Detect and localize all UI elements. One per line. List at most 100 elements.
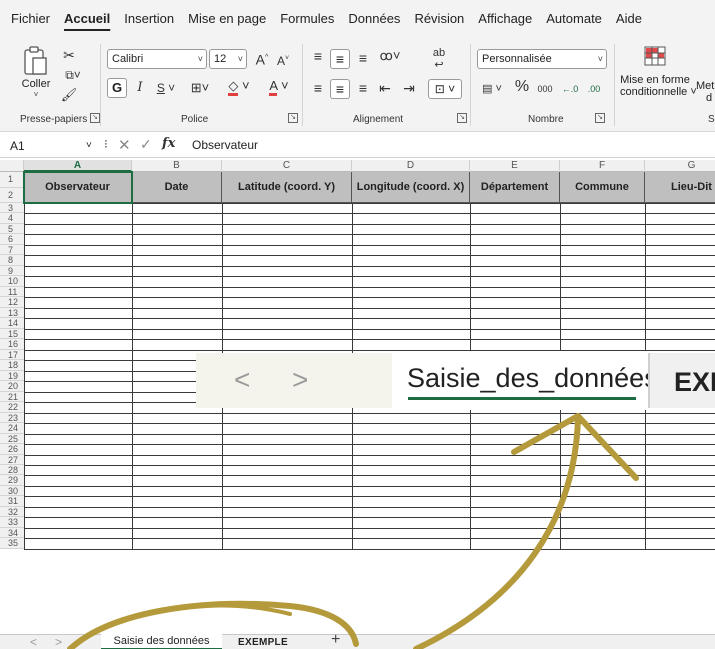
cancel-icon[interactable]: ✕: [118, 136, 131, 154]
header-cell-e[interactable]: Département: [470, 172, 560, 203]
add-sheet-button[interactable]: +: [331, 631, 340, 649]
increase-indent-icon[interactable]: ⇥: [400, 79, 418, 97]
row-header-9[interactable]: 9: [0, 265, 24, 277]
number-format-select[interactable]: Personnalisée ˅: [477, 49, 607, 69]
header-cell-d[interactable]: Longitude (coord. X): [352, 172, 470, 203]
tab-revision[interactable]: Révision: [414, 11, 464, 26]
accounting-format-icon[interactable]: ▤ ˅: [477, 80, 507, 98]
column-header-c[interactable]: C: [222, 160, 352, 172]
copy-icon[interactable]: ⧉˅: [60, 66, 86, 84]
row-header-34[interactable]: 34: [0, 527, 24, 539]
tab-formules[interactable]: Formules: [280, 11, 334, 26]
align-middle-icon[interactable]: ≡: [330, 49, 350, 69]
decrease-indent-icon[interactable]: ⇤: [376, 79, 394, 97]
increase-decimal-button[interactable]: ←.0: [560, 80, 580, 98]
underline-button[interactable]: S ˅: [153, 79, 179, 97]
tab-aide[interactable]: Aide: [616, 11, 642, 26]
row-header-26[interactable]: 26: [0, 444, 24, 455]
align-top-icon[interactable]: ≡: [309, 47, 327, 65]
header-cell-a[interactable]: Observateur: [24, 172, 132, 203]
thousands-button[interactable]: 000: [535, 80, 555, 98]
increase-font-icon[interactable]: A^: [254, 49, 270, 69]
clipboard-launcher-icon[interactable]: ↘: [90, 113, 100, 123]
row-header-7[interactable]: 7: [0, 244, 24, 256]
merge-center-icon[interactable]: ⊡ ˅: [428, 79, 462, 99]
conditional-format-button[interactable]: Mise en forme conditionnelle ˅: [620, 46, 697, 98]
tab-automate[interactable]: Automate: [546, 11, 602, 26]
row-header-21[interactable]: 21: [0, 391, 24, 403]
row-header-27[interactable]: 27: [0, 454, 24, 465]
header-cell-b[interactable]: Date: [132, 172, 222, 203]
chevron-left-icon[interactable]: <: [30, 635, 37, 649]
row-header-35[interactable]: 35: [0, 538, 24, 549]
column-header-e[interactable]: E: [470, 160, 560, 172]
fill-color-icon[interactable]: ◇ ˅: [222, 77, 256, 96]
name-box[interactable]: A1 ˅: [10, 137, 102, 155]
row-header-19[interactable]: 19: [0, 370, 24, 382]
decrease-decimal-button[interactable]: .00: [584, 80, 604, 98]
row-header-6[interactable]: 6: [0, 234, 24, 245]
sheet-tab-exemple[interactable]: EXEMPLE: [224, 635, 302, 649]
tab-donnees[interactable]: Données: [348, 11, 400, 26]
format-as-table-button[interactable]: Met d: [696, 80, 715, 104]
font-color-icon[interactable]: A ˅: [262, 77, 296, 96]
row-header-12[interactable]: 12: [0, 297, 24, 308]
font-size-select[interactable]: 12 ˅: [209, 49, 247, 69]
wrap-text-icon[interactable]: ab ↩: [429, 47, 449, 71]
number-launcher-icon[interactable]: ↘: [595, 113, 605, 123]
tab-accueil[interactable]: Accueil: [64, 11, 110, 26]
header-cell-g[interactable]: Lieu-Dit: [645, 172, 715, 203]
row-header-10[interactable]: 10: [0, 276, 24, 287]
formula-input[interactable]: Observateur: [192, 138, 258, 152]
row-header-23[interactable]: 23: [0, 412, 24, 424]
confirm-icon[interactable]: ✓: [140, 136, 152, 153]
header-cell-c[interactable]: Latitude (coord. Y): [222, 172, 352, 203]
row-header-8[interactable]: 8: [0, 255, 24, 266]
font-name-select[interactable]: Calibri ˅: [107, 49, 207, 69]
row-header-16[interactable]: 16: [0, 339, 24, 350]
column-header-d[interactable]: D: [352, 160, 470, 172]
row-header-13[interactable]: 13: [0, 307, 24, 319]
row-header-17[interactable]: 17: [0, 349, 24, 361]
row-header-5[interactable]: 5: [0, 223, 24, 235]
row-header-18[interactable]: 18: [0, 360, 24, 371]
align-right-icon[interactable]: ≡: [354, 79, 372, 97]
row-header-1[interactable]: 1: [0, 172, 24, 188]
align-bottom-icon[interactable]: ≡: [354, 49, 372, 67]
bold-button[interactable]: G: [107, 78, 127, 98]
italic-button[interactable]: I: [133, 79, 147, 97]
decrease-font-icon[interactable]: A˅: [275, 50, 291, 70]
row-header-4[interactable]: 4: [0, 213, 24, 224]
header-cell-f[interactable]: Commune: [560, 172, 645, 203]
row-header-11[interactable]: 11: [0, 286, 24, 298]
row-header-24[interactable]: 24: [0, 423, 24, 434]
alignment-launcher-icon[interactable]: ↘: [457, 113, 467, 123]
column-header-g[interactable]: G: [645, 160, 715, 172]
column-header-b[interactable]: B: [132, 160, 222, 172]
orientation-icon[interactable]: ꝏ˅: [376, 47, 404, 65]
row-header-22[interactable]: 22: [0, 402, 24, 413]
row-header-2[interactable]: 2: [0, 187, 24, 203]
row-header-31[interactable]: 31: [0, 496, 24, 507]
chevron-right-icon[interactable]: >: [55, 635, 62, 649]
column-header-f[interactable]: F: [560, 160, 645, 172]
format-painter-icon[interactable]: 🖌: [60, 86, 78, 104]
scissors-icon[interactable]: ✂: [60, 46, 78, 64]
borders-icon[interactable]: ⊞˅: [187, 79, 213, 97]
tab-mise-en-page[interactable]: Mise en page: [188, 11, 266, 26]
percent-button[interactable]: %: [514, 78, 530, 96]
row-header-20[interactable]: 20: [0, 381, 24, 392]
row-header-30[interactable]: 30: [0, 485, 24, 497]
row-header-29[interactable]: 29: [0, 475, 24, 486]
column-header-a[interactable]: A: [24, 160, 132, 172]
row-header-3[interactable]: 3: [0, 203, 24, 214]
select-all-corner[interactable]: [0, 160, 24, 172]
align-center-icon[interactable]: ≡: [330, 79, 350, 99]
insert-function-icon[interactable]: fx: [162, 136, 175, 151]
sheet-tab-saisie[interactable]: Saisie des données: [101, 634, 222, 649]
row-header-33[interactable]: 33: [0, 517, 24, 528]
align-left-icon[interactable]: ≡: [309, 79, 327, 97]
font-launcher-icon[interactable]: ↘: [288, 113, 298, 123]
tab-insertion[interactable]: Insertion: [124, 11, 174, 26]
row-header-32[interactable]: 32: [0, 506, 24, 518]
